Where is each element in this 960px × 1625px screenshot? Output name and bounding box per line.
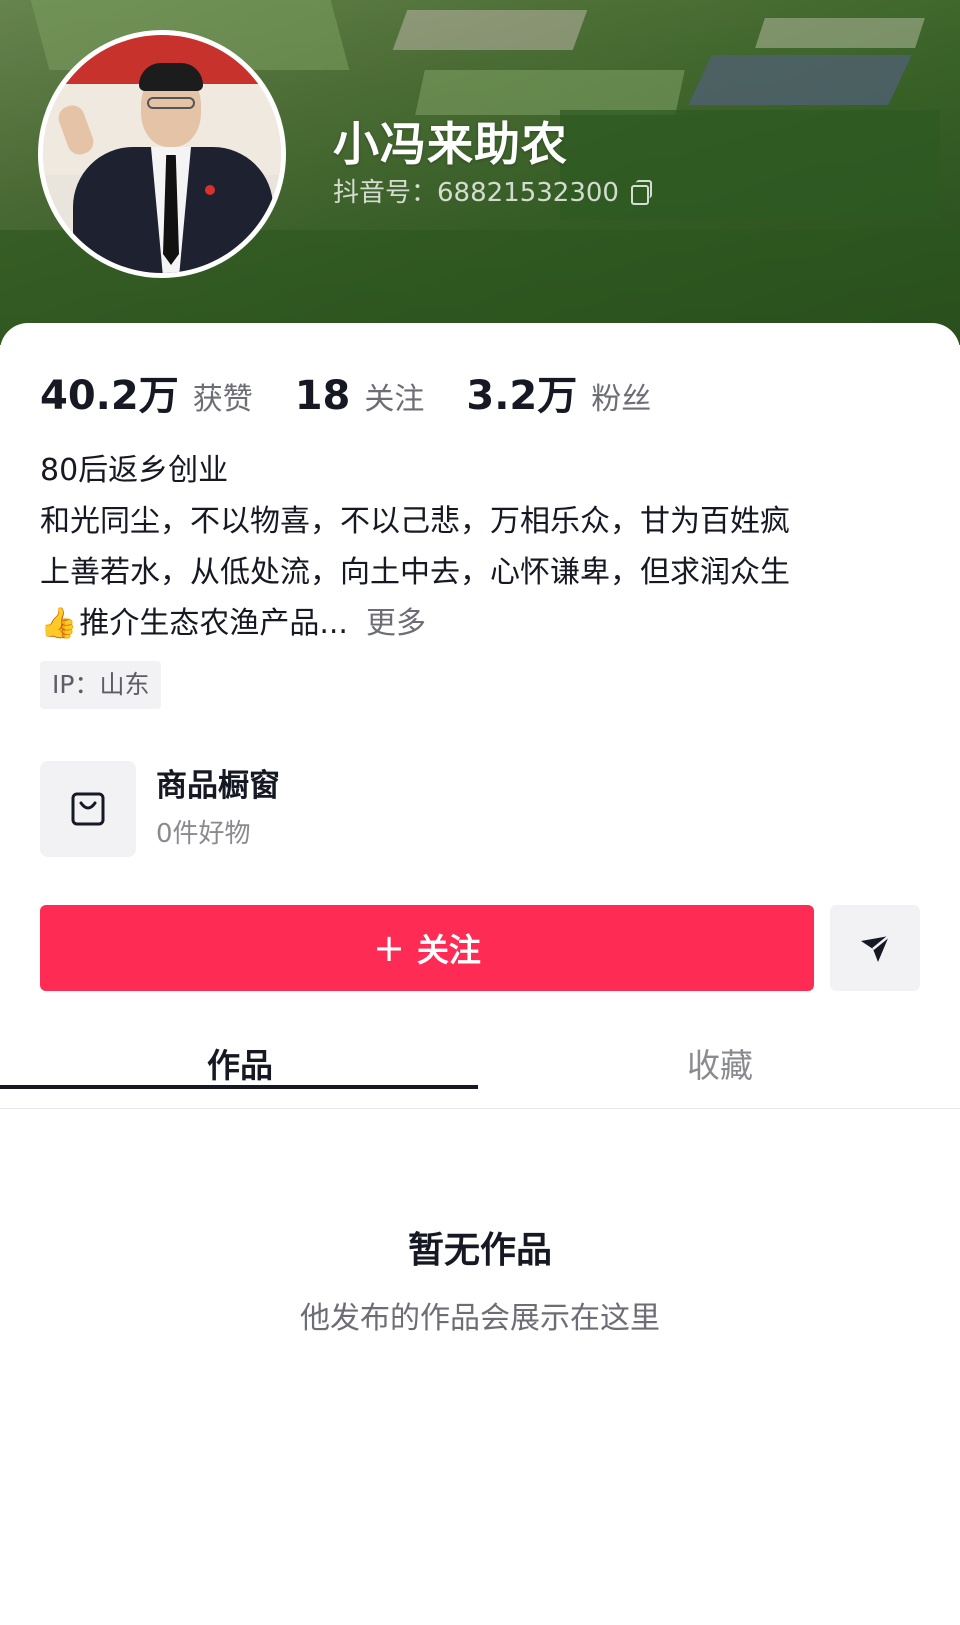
stat-likes[interactable]: 40.2万 获赞 [40, 363, 253, 421]
tab-works[interactable]: 作品 [0, 1033, 480, 1108]
stat-following[interactable]: 18 关注 [295, 373, 425, 419]
thumbs-up-icon: 👍 [40, 606, 78, 641]
shop-window-entry[interactable]: 商品橱窗 0件好物 [40, 759, 540, 859]
avatar[interactable] [38, 30, 286, 278]
shop-window-count: 0件好物 [156, 819, 251, 849]
bio-line: 和光同尘，不以物喜，不以己悲，万相乐众，甘为百姓疯 [40, 504, 790, 539]
bio-line: 80后返乡创业 [40, 453, 229, 488]
stat-following-label: 关注 [364, 382, 425, 417]
ip-location-tag: IP：山东 [40, 661, 162, 709]
stat-likes-value: 40.2万 [40, 373, 179, 419]
follow-button-label: 关注 [416, 931, 481, 969]
stat-followers-label: 粉丝 [591, 382, 652, 417]
shopping-bag-icon [40, 761, 136, 857]
douyin-id-row[interactable]: 抖音号：68821532300 [333, 172, 652, 209]
copy-icon[interactable] [629, 179, 652, 205]
bio-line: 上善若水，从低处流，向土中去，心怀谦卑，但求润众生 [40, 555, 790, 590]
bio-line-last: 👍推介生态农渔产品... 更多 [40, 598, 920, 649]
shop-window-title: 商品橱窗 [156, 768, 280, 804]
empty-state-subtitle: 他发布的作品会展示在这里 [300, 1301, 660, 1336]
active-tab-indicator [0, 1085, 478, 1089]
stat-followers-value: 3.2万 [466, 373, 578, 419]
tab-favorites[interactable]: 收藏 [480, 1033, 960, 1108]
profile-header-banner: 小冯来助农 抖音号：68821532300 [0, 0, 960, 345]
stat-followers[interactable]: 3.2万 粉丝 [466, 363, 651, 421]
empty-state-title: 暂无作品 [407, 1230, 552, 1271]
profile-nickname: 小冯来助农 [333, 117, 568, 171]
stat-following-value: 18 [294, 373, 351, 419]
content-tabs: 作品 收藏 [0, 1033, 960, 1109]
bio-line-text: 推介生态农渔产品... [79, 606, 348, 641]
follow-button[interactable]: + 关注 [40, 905, 814, 991]
douyin-id-text: 抖音号：68821532300 [333, 178, 619, 208]
stat-likes-label: 获赞 [192, 382, 253, 417]
profile-stats: 40.2万 获赞 18 关注 3.2万 粉丝 [40, 363, 693, 421]
send-message-button[interactable] [830, 905, 920, 991]
profile-bio: 80后返乡创业 和光同尘，不以物喜，不以己悲，万相乐众，甘为百姓疯 上善若水，从… [40, 445, 920, 649]
plus-icon: + [373, 926, 405, 970]
profile-card: 40.2万 获赞 18 关注 3.2万 粉丝 80后返乡创业 和光同尘，不以物喜… [0, 323, 960, 1625]
bio-more-link[interactable]: 更多 [366, 606, 426, 641]
send-icon [861, 935, 890, 962]
